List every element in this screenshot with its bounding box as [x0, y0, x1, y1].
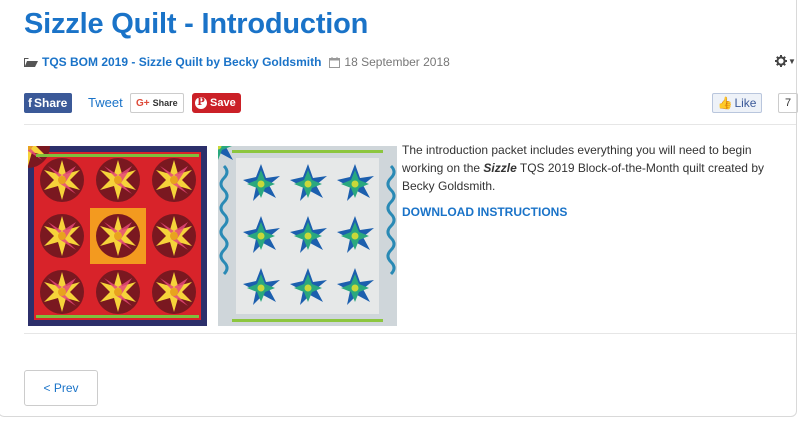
publish-date: 18 September 2018 — [344, 55, 450, 69]
sizzle-quilt-blue-image — [218, 146, 397, 326]
facebook-share-button[interactable]: f Share — [24, 93, 73, 113]
article-meta: TQS BOM 2019 - Sizzle Quilt by Becky Gol… — [24, 54, 450, 70]
chevron-down-icon: ▼ — [788, 56, 796, 66]
calendar-icon — [329, 56, 341, 68]
google-plus-icon: G+ — [136, 97, 150, 109]
quilt-name: Sizzle — [483, 161, 517, 175]
page-title: Sizzle Quilt - Introduction — [24, 8, 369, 40]
facebook-share-label: Share — [34, 96, 68, 110]
divider — [24, 333, 796, 334]
folder-open-icon — [24, 58, 38, 67]
like-label: Like — [734, 96, 757, 110]
share-bar: f Share Tweet G+ Share P Save 👍 Like 7 — [24, 93, 798, 113]
divider — [24, 124, 796, 125]
category-link[interactable]: TQS BOM 2019 - Sizzle Quilt by Becky Gol… — [42, 55, 321, 69]
intro-paragraph: The introduction packet includes everyth… — [402, 141, 792, 195]
google-plus-share-button[interactable]: G+ Share — [130, 93, 184, 113]
prev-button[interactable]: < Prev — [24, 370, 98, 406]
facebook-icon: f — [28, 96, 32, 110]
tweet-button[interactable]: Tweet — [88, 95, 123, 110]
like-count: 7 — [778, 93, 798, 113]
facebook-like-button[interactable]: 👍 Like — [712, 93, 762, 113]
download-instructions-link[interactable]: DOWNLOAD INSTRUCTIONS — [402, 205, 567, 219]
pinterest-save-label: Save — [210, 97, 236, 109]
google-plus-share-label: Share — [152, 98, 178, 108]
sizzle-quilt-red-image — [28, 146, 207, 326]
thumbs-up-icon: 👍 — [717, 96, 733, 110]
pinterest-save-button[interactable]: P Save — [192, 93, 241, 113]
article-tools-button[interactable]: ▼ — [775, 55, 796, 67]
gear-icon — [775, 55, 787, 67]
pinterest-icon: P — [195, 97, 207, 109]
